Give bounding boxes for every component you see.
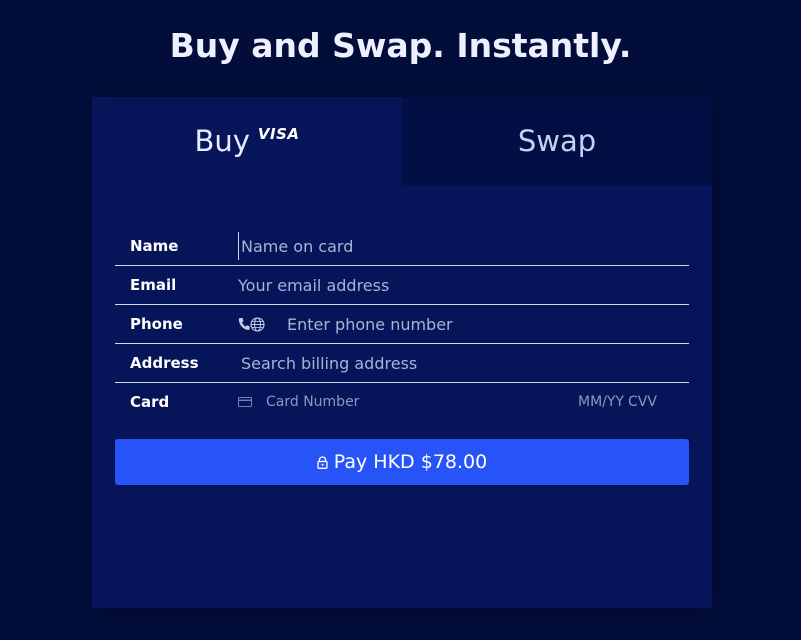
card-number-input[interactable] bbox=[266, 394, 578, 410]
card-row: Card bbox=[115, 383, 689, 421]
page-title: Buy and Swap. Instantly. bbox=[169, 26, 632, 65]
payment-form: Name Email Phone bbox=[115, 227, 689, 421]
email-input[interactable] bbox=[238, 271, 689, 299]
phone-icon bbox=[238, 318, 250, 330]
address-label: Address bbox=[130, 354, 199, 372]
credit-card-icon bbox=[238, 397, 266, 407]
card-cvv-input[interactable] bbox=[628, 394, 658, 410]
email-label: Email bbox=[130, 276, 177, 294]
phone-input[interactable] bbox=[287, 310, 689, 338]
name-label: Name bbox=[130, 237, 179, 255]
phone-row: Phone bbox=[115, 305, 689, 344]
tab-bar: Buy VISA Swap bbox=[92, 97, 712, 185]
tab-buy[interactable]: Buy VISA bbox=[92, 97, 402, 185]
phone-label: Phone bbox=[130, 315, 183, 333]
tab-buy-label: Buy bbox=[194, 124, 250, 158]
name-input[interactable] bbox=[238, 232, 689, 260]
phone-country-selector[interactable] bbox=[238, 316, 287, 332]
tab-swap[interactable]: Swap bbox=[402, 97, 712, 185]
address-input[interactable] bbox=[238, 349, 689, 377]
name-row: Name bbox=[115, 227, 689, 266]
pay-button[interactable]: Pay HKD $78.00 bbox=[115, 439, 689, 485]
card-label: Card bbox=[130, 393, 170, 411]
tab-swap-label: Swap bbox=[517, 124, 597, 158]
card-expiry-input[interactable] bbox=[578, 394, 628, 410]
address-row: Address bbox=[115, 344, 689, 383]
checkout-card: Buy VISA Swap Name Email Phone bbox=[92, 97, 712, 608]
lock-icon bbox=[317, 455, 328, 469]
visa-badge: VISA bbox=[257, 125, 300, 143]
pay-button-label: Pay HKD $78.00 bbox=[333, 451, 488, 473]
globe-icon bbox=[250, 316, 265, 332]
email-row: Email bbox=[115, 266, 689, 305]
